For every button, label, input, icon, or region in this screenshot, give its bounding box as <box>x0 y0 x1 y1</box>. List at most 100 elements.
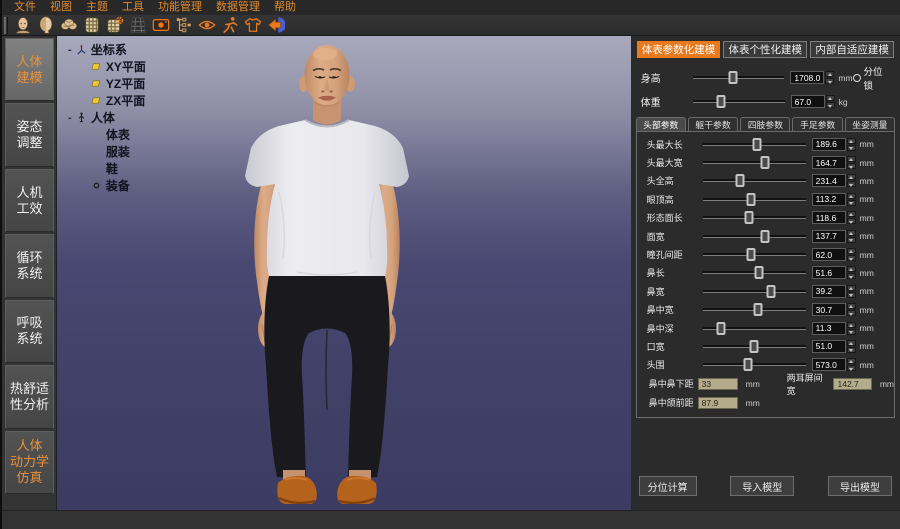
param-spinner[interactable] <box>847 358 856 371</box>
sidebar-item-5[interactable]: 呼吸系统 <box>5 300 54 363</box>
mesh-body-icon[interactable] <box>81 16 103 35</box>
spin-down-icon[interactable] <box>826 102 835 108</box>
spin-up-icon[interactable] <box>847 193 856 199</box>
running-man-icon[interactable] <box>219 16 241 35</box>
param-spinner[interactable] <box>847 211 856 224</box>
head-profile-icon[interactable] <box>35 16 57 35</box>
slider-handle[interactable] <box>754 303 763 316</box>
param-slider[interactable] <box>703 290 806 293</box>
spin-down-icon[interactable] <box>847 255 856 261</box>
param-spinner[interactable] <box>847 138 856 151</box>
param-slider[interactable] <box>703 198 806 201</box>
spin-up-icon[interactable] <box>847 138 856 144</box>
height-slider[interactable] <box>693 76 785 79</box>
tree-item-5[interactable]: -人体 <box>63 109 146 126</box>
param-value-box[interactable]: 137.7 <box>812 230 846 243</box>
screen-capture-icon[interactable] <box>150 16 172 35</box>
spin-down-icon[interactable] <box>847 347 856 353</box>
height-slider-handle[interactable] <box>728 71 737 84</box>
param-slider[interactable] <box>703 308 806 311</box>
param-slider[interactable] <box>703 363 806 366</box>
param-value-box[interactable]: 118.6 <box>812 211 846 224</box>
param-value-box[interactable]: 11.3 <box>812 322 846 335</box>
slider-handle[interactable] <box>761 156 770 169</box>
tab-internal-adaptive[interactable]: 内部自适应建模 <box>810 41 894 58</box>
spin-up-icon[interactable] <box>847 340 856 346</box>
menu-item-4[interactable]: 工具 <box>115 0 151 15</box>
param-slider[interactable] <box>703 143 806 146</box>
toolbar-drag-handle[interactable] <box>4 17 8 34</box>
param-slider[interactable] <box>703 161 806 164</box>
spin-down-icon[interactable] <box>847 273 856 279</box>
mesh-cloud-icon[interactable] <box>58 16 80 35</box>
hierarchy-icon[interactable] <box>173 16 195 35</box>
spin-up-icon[interactable] <box>847 358 856 364</box>
menu-item-7[interactable]: 帮助 <box>267 0 303 15</box>
slider-handle[interactable] <box>766 285 775 298</box>
tree-item-6[interactable]: 体表 <box>63 126 146 143</box>
param-value-box[interactable]: 113.2 <box>812 193 846 206</box>
slider-handle[interactable] <box>744 211 753 224</box>
spin-up-icon[interactable] <box>847 248 856 254</box>
param-value-box[interactable]: 39.2 <box>812 285 846 298</box>
param-tab-3[interactable]: 四肢参数 <box>740 117 790 131</box>
param-slider[interactable] <box>703 179 806 182</box>
param-slider[interactable] <box>703 271 806 274</box>
param-value-box[interactable]: 189.6 <box>812 138 846 151</box>
sidebar-item-1[interactable]: 人体建模 <box>5 38 54 101</box>
sidebar-item-4[interactable]: 循环系统 <box>5 234 54 297</box>
spin-down-icon[interactable] <box>847 200 856 206</box>
tree-item-2[interactable]: XY平面 <box>63 58 146 75</box>
spin-down-icon[interactable] <box>847 163 856 169</box>
viewport-3d[interactable]: -坐标系XY平面YZ平面ZX平面-人体体表服装鞋装备 <box>57 36 631 510</box>
tshirt-icon[interactable] <box>242 16 264 35</box>
percentile-calc-button[interactable]: 分位计算 <box>639 476 697 496</box>
menu-item-3[interactable]: 主题 <box>79 0 115 15</box>
weight-slider-handle[interactable] <box>717 95 726 108</box>
param-slider[interactable] <box>703 253 806 256</box>
tree-item-9[interactable]: 装备 <box>63 177 146 194</box>
spin-up-icon[interactable] <box>847 211 856 217</box>
menu-item-5[interactable]: 功能管理 <box>151 0 209 15</box>
spin-down-icon[interactable] <box>825 78 834 84</box>
sidebar-item-3[interactable]: 人机工效 <box>5 169 54 232</box>
param-slider[interactable] <box>703 235 806 238</box>
tab-surface-personalized[interactable]: 体表个性化建模 <box>723 41 807 58</box>
menu-item-2[interactable]: 视图 <box>43 0 79 15</box>
slider-handle[interactable] <box>750 340 759 353</box>
spin-down-icon[interactable] <box>847 292 856 298</box>
slider-handle[interactable] <box>743 358 752 371</box>
spin-up-icon[interactable] <box>826 95 835 101</box>
param-value-box[interactable]: 164.7 <box>812 156 846 169</box>
spin-up-icon[interactable] <box>847 174 856 180</box>
param-value-box[interactable]: 51.0 <box>812 340 846 353</box>
slider-handle[interactable] <box>761 230 770 243</box>
param-spinner[interactable] <box>847 248 856 261</box>
param-spinner[interactable] <box>847 230 856 243</box>
tab-surface-parametric[interactable]: 体表参数化建模 <box>637 41 721 58</box>
tree-item-4[interactable]: ZX平面 <box>63 92 146 109</box>
tree-expander[interactable]: - <box>65 44 75 56</box>
slider-handle[interactable] <box>753 138 762 151</box>
import-model-button[interactable]: 导入模型 <box>730 476 794 496</box>
height-spinner[interactable] <box>825 71 834 84</box>
menu-item-1[interactable]: 文件 <box>7 0 43 15</box>
spin-down-icon[interactable] <box>847 181 856 187</box>
param-slider[interactable] <box>703 327 806 330</box>
head-front-icon[interactable] <box>12 16 34 35</box>
slider-handle[interactable] <box>747 248 756 261</box>
grid-icon[interactable] <box>127 16 149 35</box>
param-spinner[interactable] <box>847 193 856 206</box>
param-spinner[interactable] <box>847 303 856 316</box>
spin-down-icon[interactable] <box>847 310 856 316</box>
param-tab-5[interactable]: 坐姿测量 <box>845 117 895 131</box>
spin-up-icon[interactable] <box>847 303 856 309</box>
weight-value-box[interactable]: 67.0 <box>791 95 825 108</box>
tree-item-1[interactable]: -坐标系 <box>63 41 146 58</box>
spin-up-icon[interactable] <box>847 266 856 272</box>
mesh-gear-icon[interactable] <box>104 16 126 35</box>
sidebar-item-2[interactable]: 姿态调整 <box>5 103 54 166</box>
param-value-box[interactable]: 62.0 <box>812 248 846 261</box>
exit-arrow-icon[interactable] <box>265 16 287 35</box>
sidebar-item-6[interactable]: 热舒适性分析 <box>5 365 54 428</box>
